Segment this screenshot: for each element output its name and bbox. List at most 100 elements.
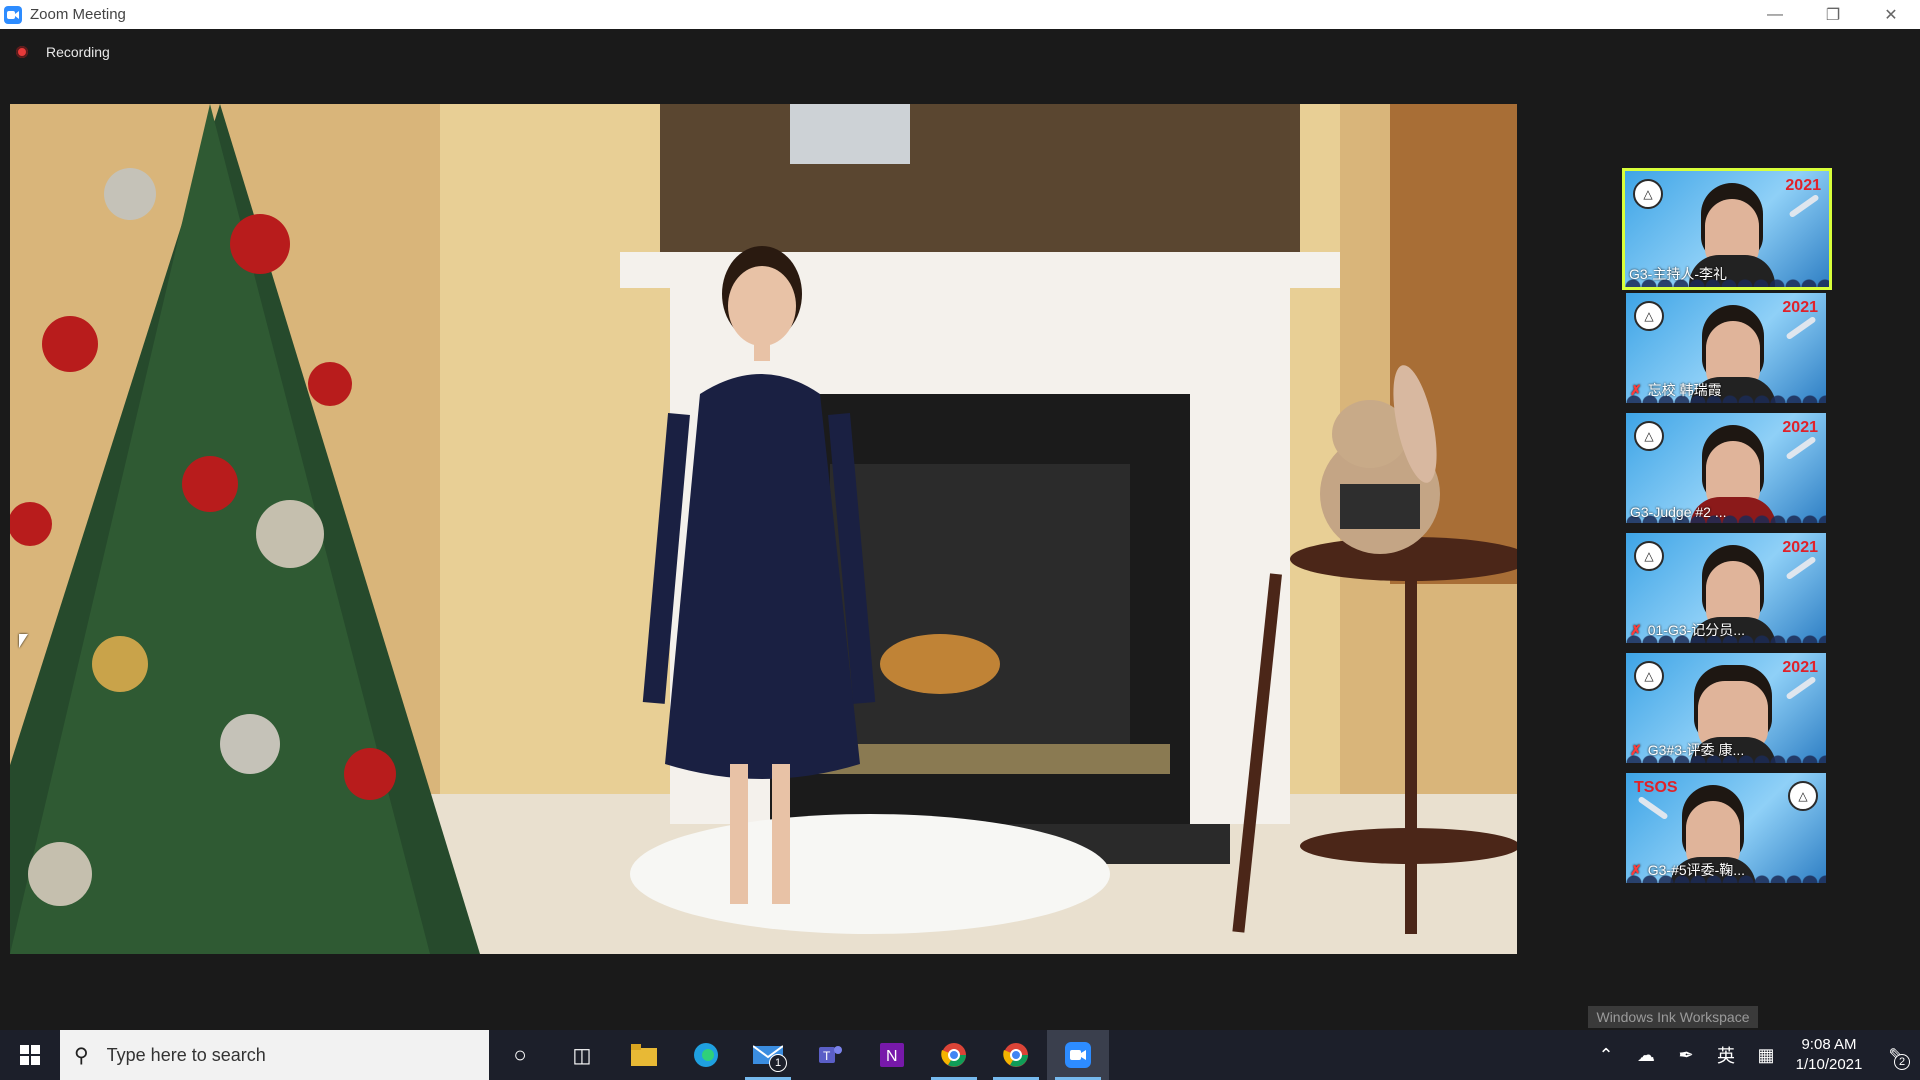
main-video[interactable] bbox=[10, 104, 1517, 954]
restore-button[interactable]: ❐ bbox=[1804, 0, 1862, 29]
school-logo-icon: △ bbox=[1634, 421, 1664, 451]
school-logo-icon: △ bbox=[1633, 179, 1663, 209]
participant-name: ✗ G3#3-评委 康... bbox=[1630, 740, 1744, 760]
edge-icon bbox=[694, 1043, 718, 1067]
participant-name: ✗ G3-#5评委-鞠... bbox=[1630, 860, 1745, 880]
teams-icon: T bbox=[819, 1046, 842, 1063]
chrome-button-1[interactable] bbox=[923, 1030, 985, 1080]
school-logo-icon: △ bbox=[1634, 301, 1664, 331]
microphone-icon bbox=[1788, 193, 1820, 219]
zoom-button[interactable] bbox=[1047, 1030, 1109, 1080]
ime-grid-icon: ▦ bbox=[1757, 1044, 1775, 1065]
mouse-cursor bbox=[19, 634, 28, 648]
tile-year: 2021 bbox=[1782, 419, 1818, 436]
participant-name: ✗ 01-G3-记分员... bbox=[1630, 620, 1745, 640]
participant-name: ✗ 忘校 韩瑞霞 bbox=[1630, 380, 1722, 400]
cortana-icon: ○ bbox=[513, 1042, 527, 1067]
input-language-button[interactable]: 英 bbox=[1706, 1030, 1746, 1080]
teams-button[interactable]: T bbox=[799, 1030, 861, 1080]
mail-button[interactable]: 1 bbox=[737, 1030, 799, 1080]
taskbar-search-box[interactable]: ⚲ Type here to search bbox=[60, 1030, 489, 1080]
chrome-icon bbox=[941, 1043, 966, 1067]
restore-icon: ❐ bbox=[1825, 6, 1841, 24]
search-placeholder: Type here to search bbox=[106, 1044, 266, 1065]
onenote-button[interactable]: N bbox=[861, 1030, 923, 1080]
participant-name: G3-主持人-李礼 bbox=[1629, 264, 1727, 284]
minimize-button[interactable]: — bbox=[1746, 0, 1804, 29]
onedrive-button[interactable]: ☁ bbox=[1626, 1030, 1666, 1080]
participant-tile[interactable]: △ 2021 G3-Judge #2 ... bbox=[1626, 413, 1826, 523]
school-logo-icon: △ bbox=[1634, 541, 1664, 571]
chrome-button-2[interactable] bbox=[985, 1030, 1047, 1080]
tile-year: TSOS bbox=[1634, 779, 1678, 796]
system-tray: ⌃ ☁ ✒ 英 ▦ 9:08 AM 1/10/2021 ✎ 2 bbox=[1586, 1030, 1920, 1080]
video-frame bbox=[10, 104, 1517, 954]
cloud-icon: ☁ bbox=[1637, 1044, 1655, 1065]
clock[interactable]: 9:08 AM 1/10/2021 bbox=[1786, 1035, 1872, 1075]
windows-icon bbox=[20, 1045, 40, 1065]
participant-tile[interactable]: △ 2021 ✗ 忘校 韩瑞霞 bbox=[1626, 293, 1826, 403]
participant-name: G3-Judge #2 ... bbox=[1630, 504, 1727, 520]
zoom-app-icon bbox=[4, 5, 22, 24]
onenote-icon: N bbox=[880, 1043, 904, 1067]
record-icon bbox=[16, 46, 28, 58]
action-center-button[interactable]: ✎ 2 bbox=[1872, 1030, 1920, 1080]
chevron-up-icon: ⌃ bbox=[1598, 1044, 1614, 1065]
svg-text:T: T bbox=[823, 1049, 831, 1063]
taskbar: ⚲ Type here to search ○ ◫ 1 T N ⌃ ☁ ✒ 英 … bbox=[0, 1030, 1920, 1080]
svg-text:N: N bbox=[886, 1048, 898, 1065]
participant-name-label: 01-G3-记分员... bbox=[1647, 622, 1745, 638]
pen-icon: ✒ bbox=[1678, 1044, 1694, 1065]
microphone-icon bbox=[1785, 555, 1817, 581]
muted-mic-icon: ✗ bbox=[1630, 621, 1642, 638]
clock-time: 9:08 AM bbox=[1801, 1036, 1857, 1053]
clock-date: 1/10/2021 bbox=[1795, 1056, 1863, 1073]
participant-name-label: G3#3-评委 康... bbox=[1647, 742, 1745, 758]
show-hidden-icons-button[interactable]: ⌃ bbox=[1586, 1030, 1626, 1080]
start-button[interactable] bbox=[0, 1030, 60, 1080]
zoom-icon bbox=[1065, 1042, 1091, 1068]
file-explorer-button[interactable] bbox=[613, 1030, 675, 1080]
ime-mode-button[interactable]: ▦ bbox=[1746, 1030, 1786, 1080]
microphone-icon bbox=[1785, 435, 1817, 461]
recording-indicator[interactable]: Recording bbox=[16, 44, 110, 60]
participant-tile[interactable]: △ TSOS ✗ G3-#5评委-鞠... bbox=[1626, 773, 1826, 883]
window-title: Zoom Meeting bbox=[30, 6, 126, 23]
notification-count: 2 bbox=[1894, 1054, 1910, 1070]
microphone-icon bbox=[1785, 675, 1817, 701]
input-language-label: 英 bbox=[1717, 1046, 1735, 1066]
minimize-icon: — bbox=[1767, 5, 1783, 23]
microphone-icon bbox=[1637, 795, 1669, 821]
close-icon: ✕ bbox=[1884, 6, 1898, 24]
ink-workspace-tooltip: Windows Ink Workspace bbox=[1588, 1006, 1758, 1028]
participant-name-label: G3-#5评委-鞠... bbox=[1647, 862, 1745, 878]
participant-name-label: G3-主持人-李礼 bbox=[1629, 266, 1727, 282]
tile-year: 2021 bbox=[1785, 177, 1821, 194]
tile-year: 2021 bbox=[1782, 539, 1818, 556]
participant-name-label: G3-Judge #2 ... bbox=[1630, 504, 1727, 520]
muted-mic-icon: ✗ bbox=[1630, 861, 1642, 878]
title-bar: Zoom Meeting — ❐ ✕ bbox=[0, 0, 1920, 29]
participant-name-label: 忘校 韩瑞霞 bbox=[1647, 382, 1722, 398]
participant-tile[interactable]: △ 2021 ✗ G3#3-评委 康... bbox=[1626, 653, 1826, 763]
task-view-icon: ◫ bbox=[572, 1044, 592, 1067]
microphone-icon bbox=[1785, 315, 1817, 341]
tile-year: 2021 bbox=[1782, 299, 1818, 316]
chrome-icon bbox=[1003, 1043, 1028, 1067]
folder-icon bbox=[631, 1044, 657, 1066]
recording-label: Recording bbox=[46, 44, 110, 60]
participant-tile[interactable]: △ 2021 G3-主持人-李礼 bbox=[1622, 168, 1832, 290]
school-logo-icon: △ bbox=[1788, 781, 1818, 811]
participant-tile[interactable]: △ 2021 ✗ 01-G3-记分员... bbox=[1626, 533, 1826, 643]
muted-mic-icon: ✗ bbox=[1630, 741, 1642, 758]
muted-mic-icon: ✗ bbox=[1630, 381, 1642, 398]
search-icon: ⚲ bbox=[74, 1044, 89, 1067]
mail-badge: 1 bbox=[769, 1054, 787, 1072]
tile-year: 2021 bbox=[1782, 659, 1818, 676]
windows-ink-button[interactable]: ✒ bbox=[1666, 1030, 1706, 1080]
school-logo-icon: △ bbox=[1634, 661, 1664, 691]
edge-button[interactable] bbox=[675, 1030, 737, 1080]
close-button[interactable]: ✕ bbox=[1862, 0, 1920, 29]
cortana-button[interactable]: ○ bbox=[489, 1030, 551, 1080]
task-view-button[interactable]: ◫ bbox=[551, 1030, 613, 1080]
